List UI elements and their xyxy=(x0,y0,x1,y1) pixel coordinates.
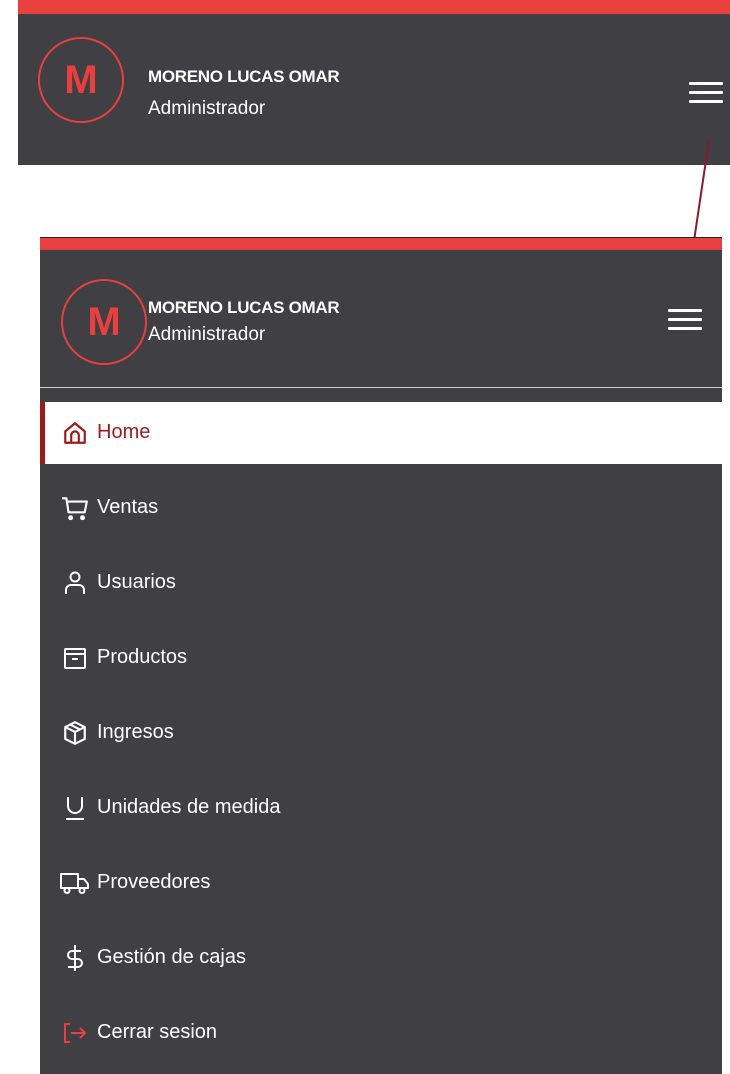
avatar: M xyxy=(61,279,147,365)
user-role: Administrador xyxy=(148,98,266,119)
user-name: MORENO LUCAS OMAR xyxy=(148,67,340,86)
sidebar-item-unidades-de-medida[interactable]: Unidades de medida xyxy=(40,777,722,839)
sidebar-item-ingresos[interactable]: Ingresos xyxy=(40,702,722,764)
dollar-icon xyxy=(58,941,92,975)
sidebar-item-label: Usuarios xyxy=(97,571,176,593)
avatar: M xyxy=(38,37,124,123)
user-name: MORENO LUCAS OMAR xyxy=(148,298,340,317)
sidebar-panel: M MORENO LUCAS OMAR Administrador Home V… xyxy=(40,237,722,1074)
avatar-initial: M xyxy=(87,299,121,344)
hamburger-menu-button[interactable] xyxy=(668,307,702,333)
cart-icon xyxy=(58,491,92,525)
sidebar-item-label: Ingresos xyxy=(97,721,174,743)
sidebar-item-proveedores[interactable]: Proveedores xyxy=(40,852,722,914)
unit-icon xyxy=(58,791,92,825)
sidebar-item-productos[interactable]: Productos xyxy=(40,627,722,689)
sidebar-item-label: Home xyxy=(97,421,151,443)
avatar-initial: M xyxy=(64,57,98,102)
sidebar-item-gestion-de-cajas[interactable]: Gestión de cajas xyxy=(40,927,722,989)
sidebar-item-usuarios[interactable]: Usuarios xyxy=(40,552,722,614)
collapsed-header: M MORENO LUCAS OMAR Administrador xyxy=(18,0,730,165)
box-icon xyxy=(58,716,92,750)
user-role: Administrador xyxy=(148,324,266,345)
home-icon xyxy=(58,416,92,450)
user-icon xyxy=(58,566,92,600)
accent-bar xyxy=(40,237,722,250)
sidebar-item-label: Proveedores xyxy=(97,871,211,893)
sidebar-item-cerrar-sesion[interactable]: Cerrar sesion xyxy=(40,1002,722,1064)
sidebar-item-label: Cerrar sesion xyxy=(97,1021,218,1043)
sidebar-item-home[interactable]: Home xyxy=(40,402,722,464)
divider xyxy=(40,387,722,388)
sidebar-item-label: Gestión de cajas xyxy=(97,946,246,968)
sidebar-item-label: Ventas xyxy=(97,496,159,518)
truck-icon xyxy=(58,866,92,900)
sidebar-item-label: Productos xyxy=(97,646,188,668)
logout-icon xyxy=(58,1016,92,1050)
hamburger-menu-button[interactable] xyxy=(689,80,723,106)
archive-icon xyxy=(58,641,92,675)
accent-bar xyxy=(18,0,730,14)
sidebar-item-ventas[interactable]: Ventas xyxy=(40,477,722,539)
sidebar-item-label: Unidades de medida xyxy=(97,796,281,818)
